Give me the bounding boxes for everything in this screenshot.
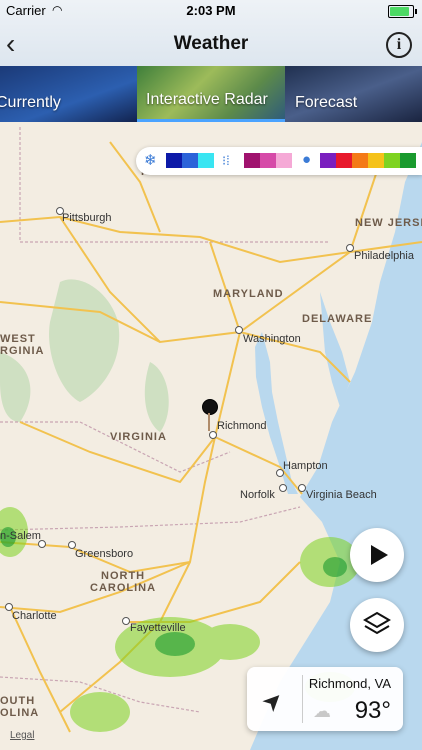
city-marker	[235, 326, 243, 334]
city-label: Pittsburgh	[62, 212, 112, 224]
snow-icon: ❄	[144, 152, 157, 169]
rain-drop-icon: ●	[302, 151, 312, 168]
tab-interactive-radar[interactable]: Interactive Radar	[137, 66, 285, 122]
region-label: NEW JERSEY	[355, 217, 422, 229]
play-icon	[371, 545, 388, 565]
page-title: Weather	[173, 33, 249, 54]
region-label: RGINIA	[0, 345, 45, 357]
legend-swatch	[260, 153, 276, 168]
tab-label: Interactive Radar	[146, 91, 268, 108]
city-label: Fayetteville	[130, 622, 186, 634]
legend-swatch	[182, 153, 198, 168]
legend-swatch	[244, 153, 260, 168]
region-label: OLINA	[0, 707, 40, 719]
status-bar: Carrier ◠ 2:03 PM	[0, 0, 422, 22]
info-icon[interactable]: i	[386, 32, 412, 58]
region-label: CAROLINA	[90, 582, 157, 594]
legal-link[interactable]: Legal	[10, 730, 34, 741]
city-label: Charlotte	[12, 610, 57, 622]
legend-swatch	[320, 153, 336, 168]
location-pin-icon[interactable]	[202, 399, 218, 415]
current-location-card[interactable]: ➤ Richmond, VA ☁ 93°	[247, 667, 403, 731]
radar-map[interactable]: PENNSYLVANIA NEW JERSEY MARYLAND DELAWAR…	[0, 122, 422, 750]
locate-arrow-icon[interactable]: ➤	[256, 684, 291, 719]
legend-swatch	[400, 153, 416, 168]
city-marker	[279, 484, 287, 492]
legend-swatch	[276, 153, 292, 168]
legend-swatch	[384, 153, 400, 168]
city-marker	[122, 617, 130, 625]
region-label: VIRGINIA	[110, 431, 167, 443]
region-label: WEST	[0, 333, 36, 345]
legend-swatch	[166, 153, 182, 168]
city-label: Hampton	[283, 460, 328, 472]
region-label: NORTH	[101, 570, 146, 582]
tab-forecast[interactable]: Forecast	[285, 66, 422, 122]
battery-icon	[388, 5, 417, 18]
layers-button[interactable]	[350, 598, 404, 652]
city-marker	[209, 431, 217, 439]
tab-label: Currently	[0, 94, 61, 111]
city-label: Philadelphia	[354, 250, 414, 262]
sleet-icon: ⁝⁞	[222, 153, 230, 168]
city-label: n-Salem	[0, 530, 41, 542]
cloud-icon: ☁	[313, 701, 331, 721]
temperature: 93°	[354, 697, 391, 724]
card-divider	[302, 675, 303, 723]
layers-icon	[363, 611, 391, 635]
city-marker	[298, 484, 306, 492]
region-label: MARYLAND	[213, 288, 284, 300]
city-label: Greensboro	[75, 548, 134, 560]
city-label: Washington	[243, 333, 301, 345]
tab-currently[interactable]: Currently	[0, 66, 137, 122]
city-marker	[346, 244, 354, 252]
legend-swatch	[198, 153, 214, 168]
city-marker	[38, 540, 46, 548]
city-label: Norfolk	[240, 489, 275, 501]
tab-bar: Currently Interactive Radar Forecast	[0, 66, 422, 122]
location-pin-stem	[208, 413, 210, 431]
city-label: Virginia Beach	[306, 489, 377, 501]
tab-label: Forecast	[295, 94, 358, 111]
location-name: Richmond, VA	[308, 676, 391, 691]
region-label: OUTH	[0, 695, 36, 707]
legend-swatch	[368, 153, 384, 168]
clock: 2:03 PM	[186, 3, 236, 18]
radar-legend: ❄ ⁝⁞ ●	[136, 147, 422, 175]
region-label: DELAWARE	[302, 313, 373, 325]
play-button[interactable]	[350, 528, 404, 582]
legend-swatch	[336, 153, 352, 168]
legend-swatch	[352, 153, 368, 168]
city-label: Richmond	[217, 420, 267, 432]
